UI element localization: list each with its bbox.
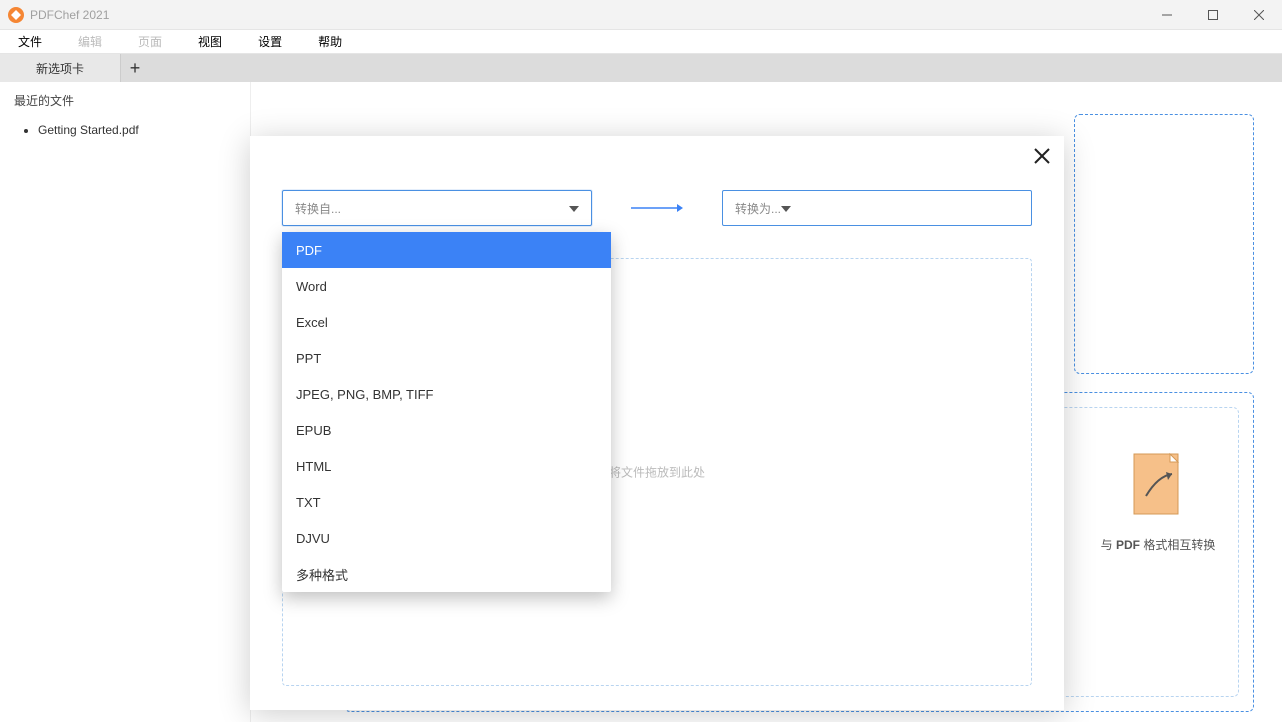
menu-edit[interactable]: 编辑 bbox=[60, 30, 120, 53]
recent-file-item[interactable]: Getting Started.pdf bbox=[38, 123, 236, 137]
minimize-button[interactable] bbox=[1144, 0, 1190, 30]
dropdown-option[interactable]: Excel bbox=[282, 304, 611, 340]
converter-row: 转换自... 转换为... bbox=[250, 136, 1064, 226]
dropdown-option[interactable]: DJVU bbox=[282, 520, 611, 556]
convert-tile[interactable]: 与 PDF 格式相互转换 bbox=[1088, 432, 1228, 622]
arrow-icon bbox=[628, 202, 686, 214]
convert-from-select[interactable]: 转换自... bbox=[282, 190, 592, 226]
dropdown-option[interactable]: Word bbox=[282, 268, 611, 304]
convert-tile-icon bbox=[1130, 452, 1186, 522]
app-title: PDFChef 2021 bbox=[30, 8, 1144, 22]
menubar: 文件 编辑 页面 视图 设置 帮助 bbox=[0, 30, 1282, 54]
dropdown-option[interactable]: PPT bbox=[282, 340, 611, 376]
dropdown-option[interactable]: EPUB bbox=[282, 412, 611, 448]
dropdown-option[interactable]: 多种格式 bbox=[282, 556, 611, 592]
recent-files-list: Getting Started.pdf bbox=[14, 123, 236, 137]
recent-files-heading: 最近的文件 bbox=[14, 92, 236, 109]
menu-file[interactable]: 文件 bbox=[0, 30, 60, 53]
convert-dialog: 转换自... 转换为... 将文件拖放到此处 PDF Word Excel PP… bbox=[250, 136, 1064, 710]
tabstrip: 新选项卡 + bbox=[0, 54, 1282, 82]
convert-from-dropdown: PDF Word Excel PPT JPEG, PNG, BMP, TIFF … bbox=[282, 232, 611, 592]
close-icon bbox=[1034, 148, 1050, 164]
dropdown-option[interactable]: TXT bbox=[282, 484, 611, 520]
menu-page[interactable]: 页面 bbox=[120, 30, 180, 53]
add-tab-button[interactable]: + bbox=[121, 54, 149, 82]
menu-view[interactable]: 视图 bbox=[180, 30, 240, 53]
app-icon bbox=[8, 7, 24, 23]
sidebar: 最近的文件 Getting Started.pdf bbox=[0, 82, 250, 722]
dialog-close-button[interactable] bbox=[1032, 146, 1052, 166]
window-controls bbox=[1144, 0, 1282, 30]
drop-zone-hint: 将文件拖放到此处 bbox=[609, 464, 705, 481]
command-panel-top bbox=[1074, 114, 1254, 374]
dropdown-option[interactable]: HTML bbox=[282, 448, 611, 484]
titlebar: PDFChef 2021 bbox=[0, 0, 1282, 30]
convert-tile-caption: 与 PDF 格式相互转换 bbox=[1088, 536, 1228, 553]
convert-to-placeholder: 转换为... bbox=[735, 200, 781, 217]
body-area: 最近的文件 Getting Started.pdf 与 PDF 格式相互转换 bbox=[0, 82, 1282, 722]
menu-settings[interactable]: 设置 bbox=[240, 30, 300, 53]
dropdown-option[interactable]: PDF bbox=[282, 232, 611, 268]
close-window-button[interactable] bbox=[1236, 0, 1282, 30]
convert-to-select[interactable]: 转换为... bbox=[722, 190, 1032, 226]
maximize-button[interactable] bbox=[1190, 0, 1236, 30]
chevron-down-icon bbox=[781, 201, 791, 215]
chevron-down-icon bbox=[569, 201, 579, 215]
dropdown-option[interactable]: JPEG, PNG, BMP, TIFF bbox=[282, 376, 611, 412]
tab-new[interactable]: 新选项卡 bbox=[0, 54, 121, 82]
menu-help[interactable]: 帮助 bbox=[300, 30, 360, 53]
convert-from-placeholder: 转换自... bbox=[295, 200, 341, 217]
